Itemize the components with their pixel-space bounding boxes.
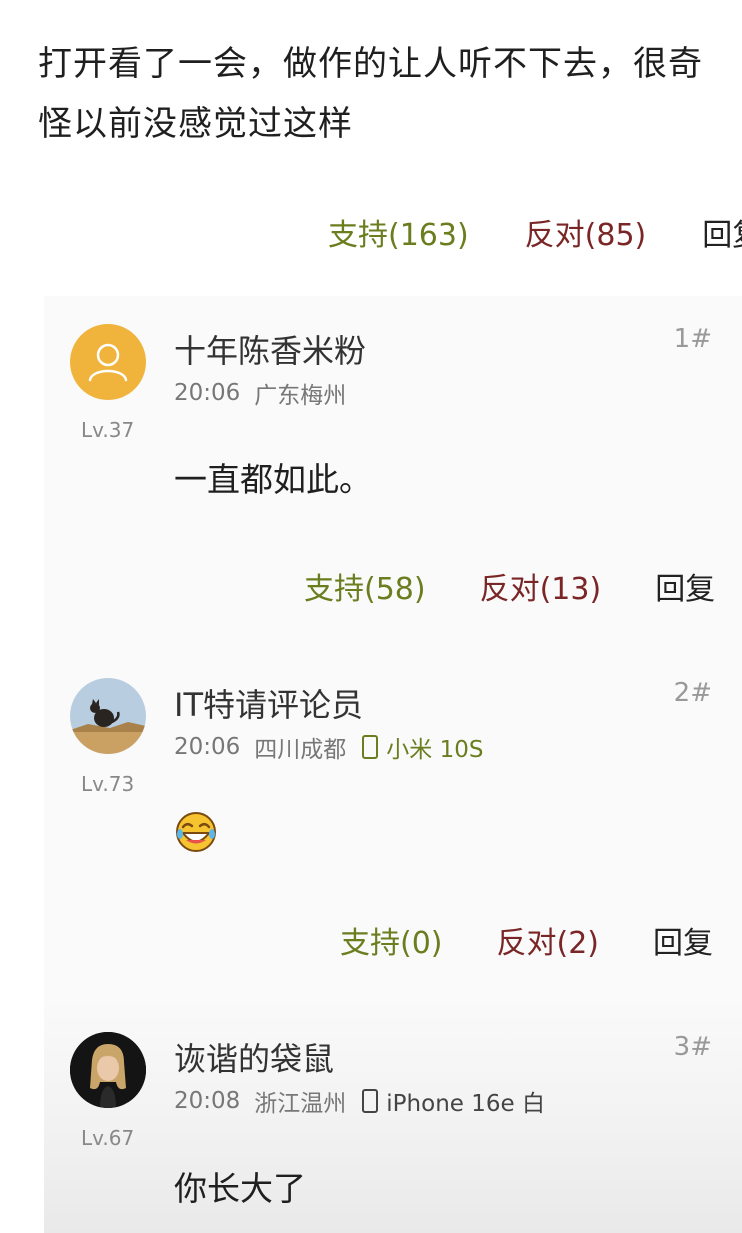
- user-level: Lv.73: [81, 772, 135, 796]
- comment-location: 广东梅州: [254, 383, 347, 409]
- device-badge: 小米 10S: [362, 730, 483, 764]
- post-reply-button[interactable]: 回复: [702, 210, 742, 254]
- comment-actions: 支持(0) 反对(2) 回复: [340, 918, 713, 962]
- post-actions: 支持(163) 反对(85) 回复: [328, 210, 742, 254]
- user-level: Lv.67: [81, 1126, 135, 1150]
- phone-icon: [362, 735, 379, 759]
- phone-icon: [362, 1089, 379, 1113]
- comment-text: 你长大了: [174, 1169, 306, 1208]
- comment-actions: 支持(58) 反对(13) 回复: [304, 564, 715, 608]
- comment-location: 浙江温州: [254, 1091, 347, 1117]
- comment-reply-button[interactable]: 回复: [655, 564, 715, 608]
- post-text: 打开看了一会，做作的让人听不下去，很奇怪以前没感觉过这样: [38, 44, 703, 144]
- device-name: iPhone 16e 白: [386, 1091, 545, 1117]
- post-support-button[interactable]: 支持(163): [328, 210, 469, 254]
- device-badge: iPhone 16e 白: [362, 1084, 545, 1118]
- comment-time: 20:06: [174, 380, 241, 406]
- device-name: 小米 10S: [386, 737, 484, 763]
- laughing-emoji-icon: [174, 810, 218, 854]
- user-level: Lv.37: [81, 418, 135, 442]
- comment-text: 一直都如此。: [174, 460, 372, 499]
- comment-support-button[interactable]: 支持(0): [340, 918, 443, 962]
- post-oppose-button[interactable]: 反对(85): [525, 210, 647, 254]
- cat-avatar-icon[interactable]: [70, 678, 146, 754]
- comment-meta: 20:06 四川成都 小米 10S: [174, 730, 483, 764]
- comment-meta: 20:06 广东梅州: [174, 376, 346, 410]
- comment-time: 20:08: [174, 1088, 241, 1114]
- floor-number: 3#: [673, 1032, 712, 1062]
- username[interactable]: 诙谐的袋鼠: [174, 1034, 334, 1080]
- floor-number: 1#: [673, 324, 712, 354]
- floor-number: 2#: [673, 678, 712, 708]
- comment-support-button[interactable]: 支持(58): [304, 564, 426, 608]
- default-avatar-icon[interactable]: [70, 324, 146, 400]
- comment-reply-button[interactable]: 回复: [653, 918, 713, 962]
- comment-oppose-button[interactable]: 反对(13): [480, 564, 602, 608]
- comment-location: 四川成都: [254, 737, 347, 763]
- username[interactable]: 十年陈香米粉: [174, 326, 366, 372]
- username[interactable]: IT特请评论员: [174, 680, 363, 726]
- comment-oppose-button[interactable]: 反对(2): [497, 918, 600, 962]
- comment-time: 20:06: [174, 734, 241, 760]
- comment-thread: Lv.37 十年陈香米粉 1# 20:06 广东梅州 一直都如此。 支持(58)…: [44, 296, 742, 1233]
- comment-meta: 20:08 浙江温州 iPhone 16e 白: [174, 1084, 545, 1118]
- photo-avatar-icon[interactable]: [70, 1032, 146, 1108]
